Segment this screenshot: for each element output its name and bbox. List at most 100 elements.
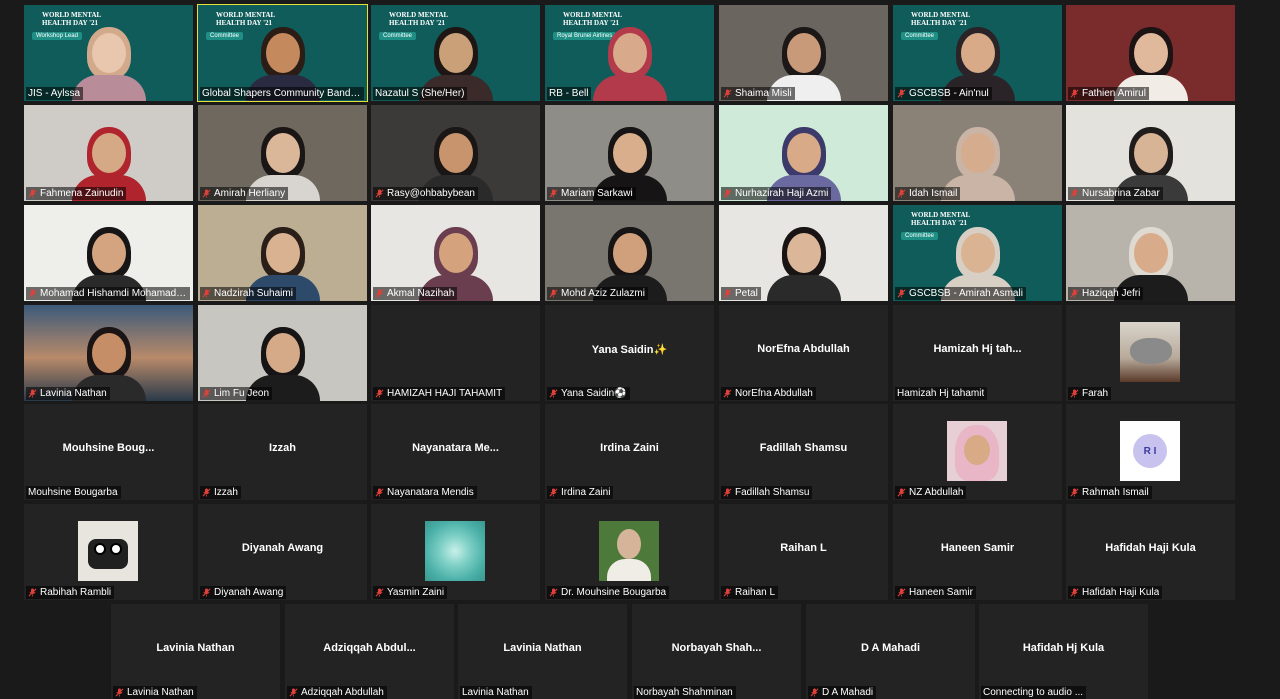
- participant-tile[interactable]: NZ Abdullah: [893, 404, 1062, 500]
- participant-name-label: Nadzirah Suhaimi: [200, 287, 296, 300]
- participant-name: Fadillah Shamsu: [735, 487, 810, 498]
- participant-name-label: Connecting to audio ...: [981, 686, 1087, 699]
- participant-tile[interactable]: Dr. Mouhsine Bougarba: [545, 504, 714, 600]
- participant-tile[interactable]: Haneen Samir Haneen Samir: [893, 504, 1062, 600]
- muted-mic-icon: [810, 688, 819, 697]
- face-shape: [1133, 33, 1168, 73]
- participant-name: Haziqah Jefri: [1082, 288, 1141, 299]
- muted-mic-icon: [723, 488, 732, 497]
- participant-tile[interactable]: Lavinia Nathan: [24, 305, 193, 401]
- face-shape: [612, 233, 647, 273]
- muted-mic-icon: [549, 189, 558, 198]
- participant-tile[interactable]: Hafidah Haji Kula Hafidah Haji Kula: [1066, 504, 1235, 600]
- participant-display-name: Hafidah Hj Kula: [1022, 642, 1105, 654]
- participant-tile[interactable]: Fadillah Shamsu Fadillah Shamsu: [719, 404, 888, 500]
- face-shape: [438, 33, 473, 73]
- participant-tile[interactable]: Hamizah Hj tah... Hamizah Hj tahamit: [893, 305, 1062, 401]
- participant-name-label: GSCBSB - Ain'nul: [895, 87, 992, 100]
- participant-tile[interactable]: Yasmin Zaini: [371, 504, 540, 600]
- participant-tile[interactable]: R I Rahmah Ismail: [1066, 404, 1235, 500]
- participant-tile[interactable]: Lim Fu Jeon: [198, 305, 367, 401]
- participant-tile[interactable]: D A Mahadi D A Mahadi: [806, 604, 975, 699]
- participant-name: Mohd Aziz Zulazmi: [561, 288, 645, 299]
- participant-tile[interactable]: Mouhsine Boug... Mouhsine Bougarba: [24, 404, 193, 500]
- face-shape: [786, 33, 821, 73]
- participant-name-label: Mohamad Hishamdi Mohamad ...: [26, 287, 190, 300]
- participant-tile[interactable]: Akmal Nazihah: [371, 205, 540, 301]
- participant-tile[interactable]: Norbayah Shah... Norbayah Shahminan: [632, 604, 801, 699]
- participant-tile[interactable]: Lavinia Nathan Lavinia Nathan: [458, 604, 627, 699]
- participant-tile[interactable]: Fathien Amirul: [1066, 5, 1235, 101]
- participant-name: D A Mahadi: [822, 687, 874, 698]
- participant-tile[interactable]: WORLD MENTAL HEALTH DAY '21 Committee GSCB…: [893, 5, 1062, 101]
- participant-name-label: Nursabrina Zabar: [1068, 187, 1163, 200]
- participant-name: Diyanah Awang: [214, 587, 284, 598]
- participant-tile[interactable]: Idah Ismail: [893, 105, 1062, 201]
- participant-name: Idah Ismail: [909, 188, 958, 199]
- muted-mic-icon: [1070, 588, 1079, 597]
- participant-name-label: Adziqqah Abdullah: [287, 686, 387, 699]
- participant-tile[interactable]: Farah: [1066, 305, 1235, 401]
- muted-mic-icon: [202, 189, 211, 198]
- participant-name: Yasmin Zaini: [387, 587, 445, 598]
- participant-tile[interactable]: Nayanatara Me... Nayanatara Mendis: [371, 404, 540, 500]
- muted-mic-icon: [28, 389, 37, 398]
- participant-tile[interactable]: WORLD MENTAL HEALTH DAY '21 Committee GSCB…: [893, 205, 1062, 301]
- participant-name-label: Diyanah Awang: [200, 586, 287, 599]
- face-shape: [91, 33, 126, 73]
- participant-name: NZ Abdullah: [909, 487, 964, 498]
- face-shape: [960, 133, 995, 173]
- participant-tile[interactable]: WORLD MENTAL HEALTH DAY '21 Royal Brunei …: [545, 5, 714, 101]
- shoulders-shape: [592, 75, 667, 101]
- muted-mic-icon: [1070, 389, 1079, 398]
- face-shape: [786, 233, 821, 273]
- face-shape: [265, 133, 300, 173]
- participant-name: Raihan L: [735, 587, 776, 598]
- participant-tile[interactable]: Rabihah Rambli: [24, 504, 193, 600]
- participant-tile[interactable]: Irdina Zaini Irdina Zaini: [545, 404, 714, 500]
- muted-mic-icon: [897, 588, 906, 597]
- muted-mic-icon: [115, 688, 124, 697]
- participant-tile[interactable]: WORLD MENTAL HEALTH DAY '21 Workshop Lead…: [24, 5, 193, 101]
- participant-name: Akmal Nazihah: [387, 288, 455, 299]
- participant-tile[interactable]: HAMIZAH HAJI TAHAMIT: [371, 305, 540, 401]
- toy-eye: [110, 543, 122, 555]
- participant-tile[interactable]: WORLD MENTAL HEALTH DAY '21 Committee Naza…: [371, 5, 540, 101]
- participant-tile[interactable]: Yana Saidin✨ Yana Saidin⚽: [545, 305, 714, 401]
- participant-tile[interactable]: Fahmena Zainudin: [24, 105, 193, 201]
- participant-tile[interactable]: Diyanah Awang Diyanah Awang: [198, 504, 367, 600]
- participant-name: Lavinia Nathan: [40, 388, 107, 399]
- participant-tile[interactable]: Mohamad Hishamdi Mohamad ...: [24, 205, 193, 301]
- participant-tile[interactable]: Shaima Misli: [719, 5, 888, 101]
- participant-display-name: Lavinia Nathan: [503, 642, 582, 654]
- participant-tile[interactable]: Amirah Herliany: [198, 105, 367, 201]
- participant-tile[interactable]: Lavinia Nathan Lavinia Nathan: [111, 604, 280, 699]
- participant-tile[interactable]: Mariam Sarkawi: [545, 105, 714, 201]
- muted-mic-icon: [375, 588, 384, 597]
- participant-tile[interactable]: NorEfna Abdullah NorEfna Abdullah: [719, 305, 888, 401]
- participant-display-name: Hamizah Hj tah...: [933, 343, 1022, 355]
- participant-name: Hamizah Hj tahamit: [897, 388, 985, 399]
- participant-tile[interactable]: Nadzirah Suhaimi: [198, 205, 367, 301]
- participant-tile[interactable]: WORLD MENTAL HEALTH DAY '21 Committee Glob…: [197, 4, 368, 102]
- face-shape: [265, 233, 300, 273]
- face-shape: [91, 133, 126, 173]
- participant-tile[interactable]: Izzah Izzah: [198, 404, 367, 500]
- participant-display-name: Norbayah Shah...: [671, 642, 762, 654]
- participant-tile[interactable]: Hafidah Hj Kula Connecting to audio ...: [979, 604, 1148, 699]
- participant-tile[interactable]: Raihan L Raihan L: [719, 504, 888, 600]
- face-figure: [964, 435, 990, 465]
- participant-tile[interactable]: Haziqah Jefri: [1066, 205, 1235, 301]
- participant-tile[interactable]: Petal: [719, 205, 888, 301]
- participant-tile[interactable]: Nursabrina Zabar: [1066, 105, 1235, 201]
- participant-tile[interactable]: Rasy@ohbabybean: [371, 105, 540, 201]
- participant-display-name: Fadillah Shamsu: [759, 442, 848, 454]
- muted-mic-icon: [549, 289, 558, 298]
- muted-mic-icon: [549, 389, 558, 398]
- face-shape: [1133, 233, 1168, 273]
- participant-tile[interactable]: Mohd Aziz Zulazmi: [545, 205, 714, 301]
- participant-tile[interactable]: Nurhazirah Haji Azmi: [719, 105, 888, 201]
- participant-display-name: Hafidah Haji Kula: [1105, 542, 1196, 554]
- participant-tile[interactable]: Adziqqah Abdul... Adziqqah Abdullah: [285, 604, 454, 699]
- participant-name: Amirah Herliany: [214, 188, 286, 199]
